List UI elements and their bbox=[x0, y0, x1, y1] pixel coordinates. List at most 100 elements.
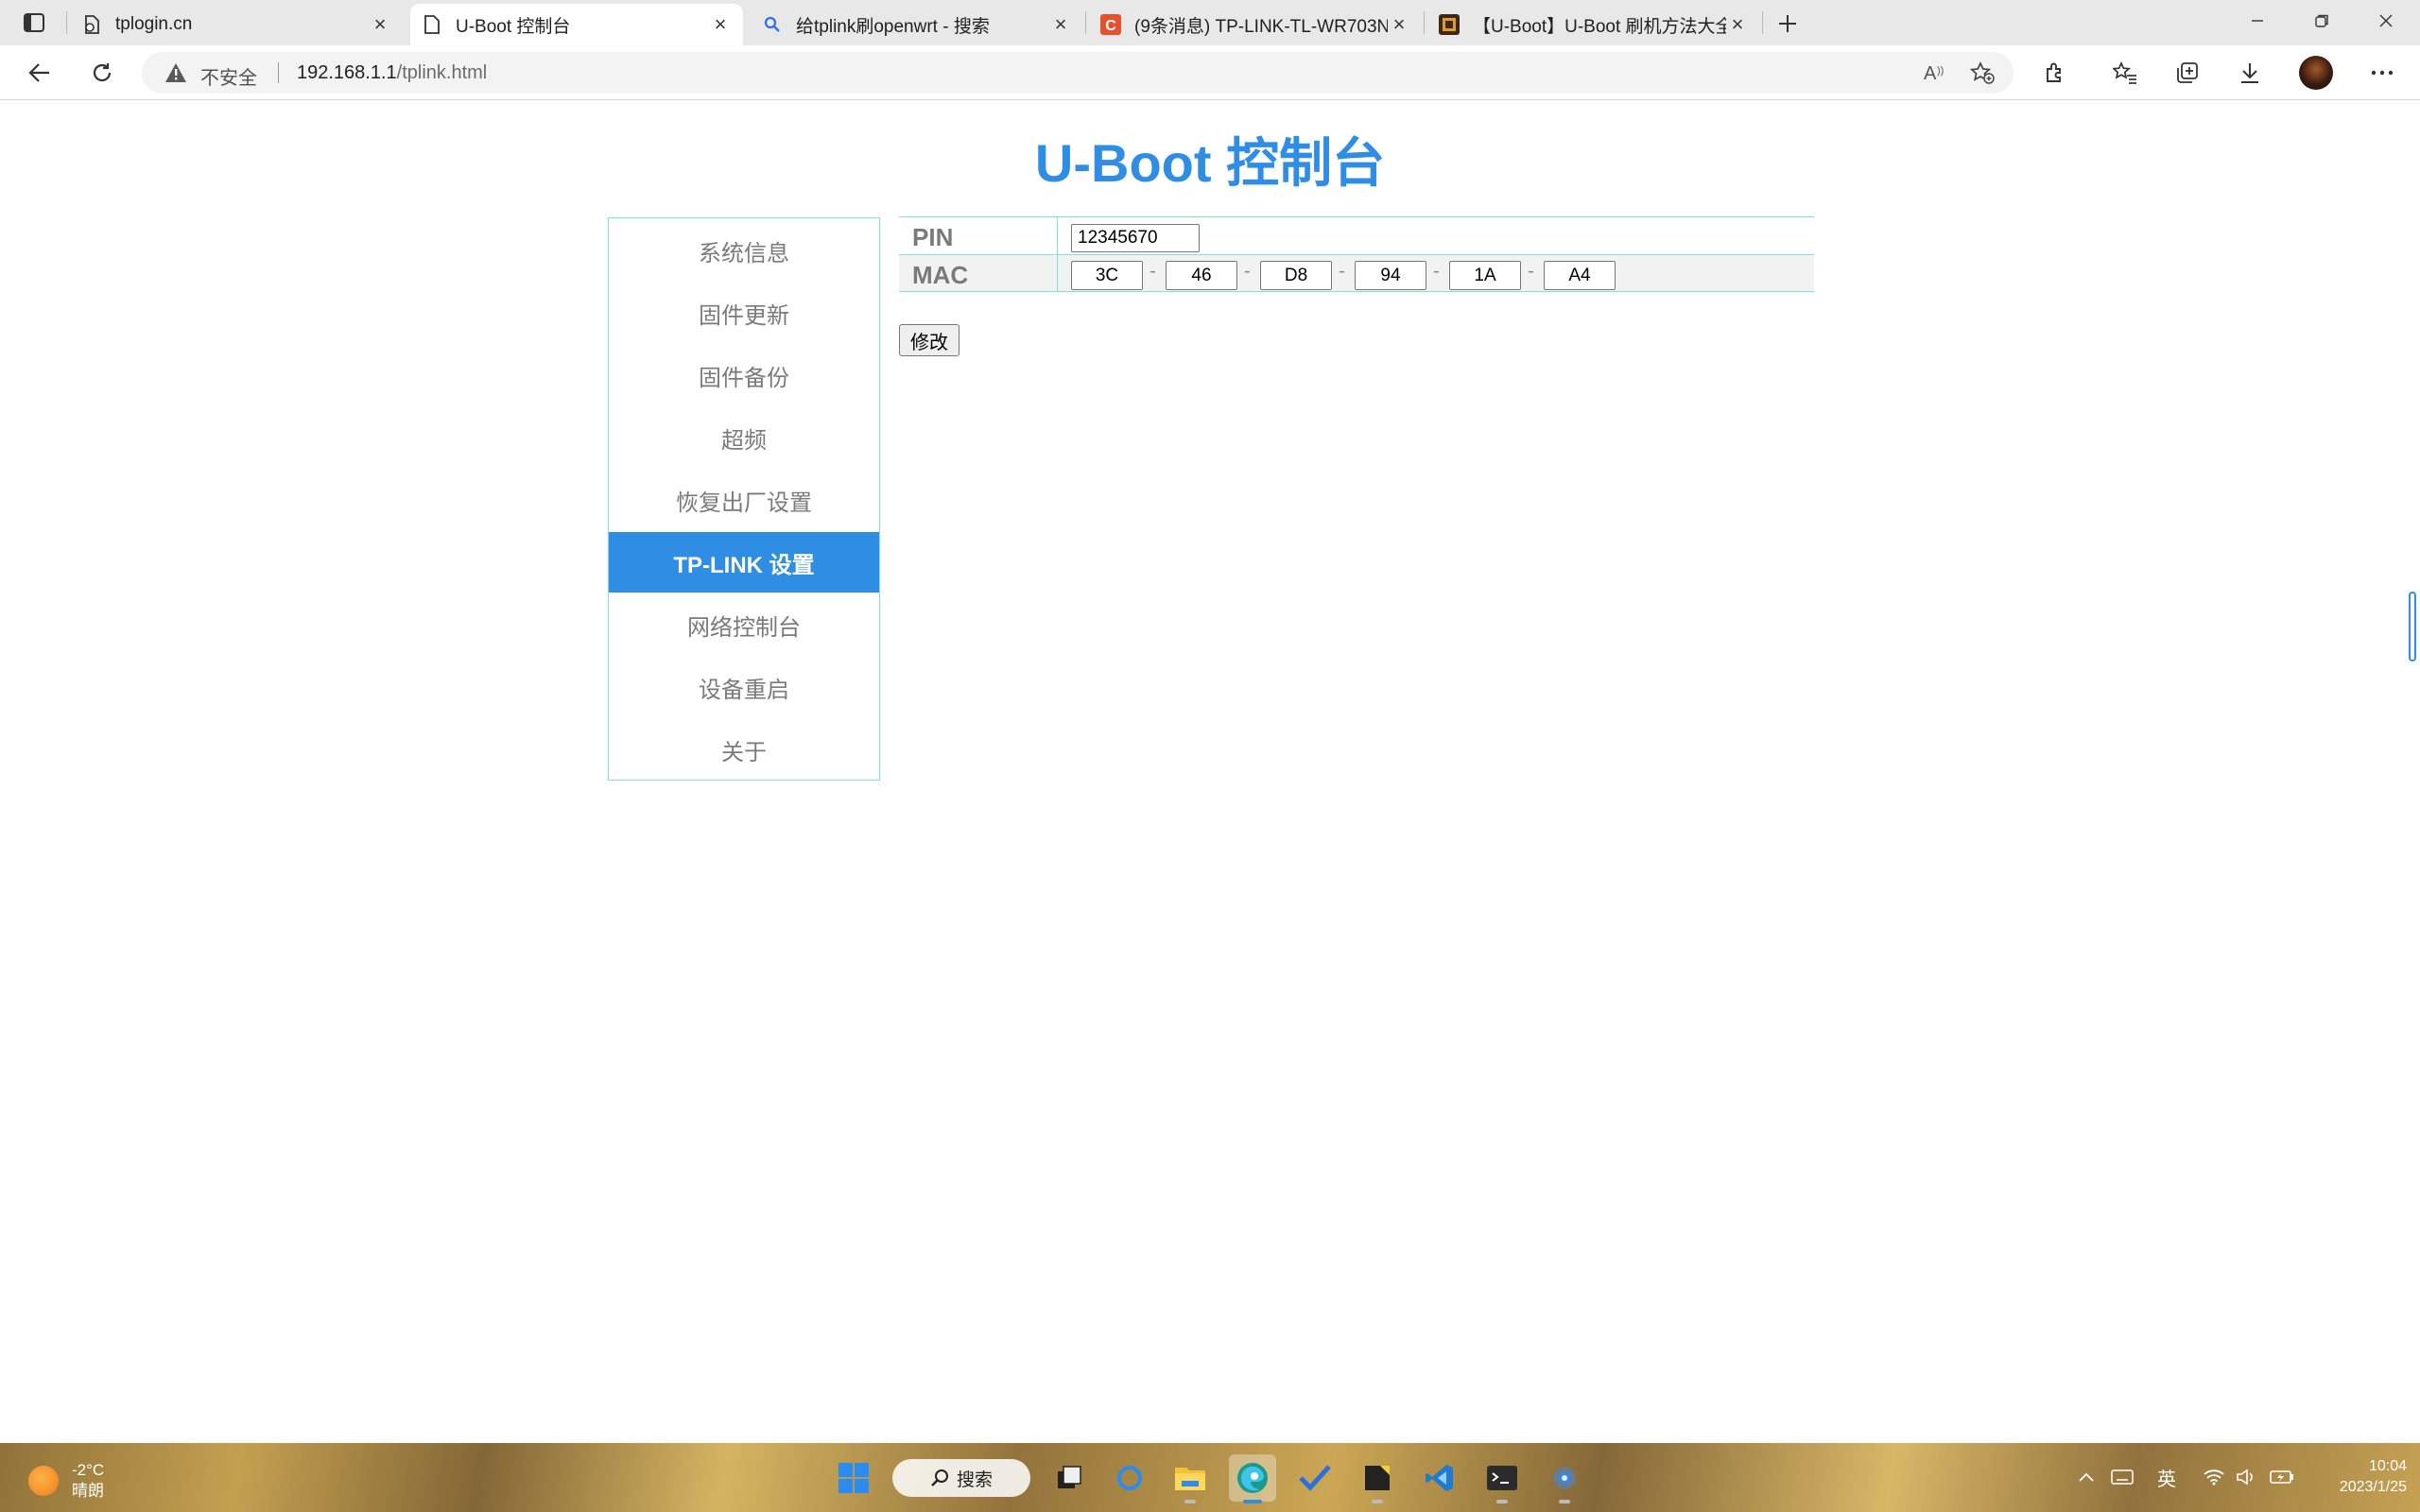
collections-button[interactable] bbox=[2169, 54, 2206, 92]
favorites-button[interactable] bbox=[2106, 54, 2144, 92]
file-explorer-button[interactable] bbox=[1167, 1454, 1214, 1503]
mac-separator: - bbox=[1244, 261, 1251, 282]
checkmark-icon bbox=[1299, 1465, 1331, 1491]
search-icon bbox=[762, 14, 783, 35]
input-method-indicator[interactable]: 英 bbox=[2152, 1464, 2182, 1490]
cell-divider bbox=[1057, 255, 1058, 292]
taskbar-search[interactable]: 搜索 bbox=[892, 1459, 1030, 1497]
wifi-icon[interactable] bbox=[2201, 1464, 2227, 1490]
pin-input[interactable] bbox=[1071, 224, 1200, 252]
mac-octet-input[interactable]: A4 bbox=[1544, 261, 1616, 290]
mac-octet-input[interactable]: 3C bbox=[1071, 261, 1143, 290]
url-text[interactable]: 192.168.1.1/tplink.html bbox=[297, 62, 487, 84]
extensions-button[interactable] bbox=[2036, 54, 2074, 92]
close-icon[interactable]: × bbox=[1388, 12, 1410, 36]
new-tab-button[interactable] bbox=[1772, 8, 1804, 40]
read-aloud-icon[interactable]: A)) bbox=[1921, 60, 1949, 86]
favorites-icon bbox=[2113, 61, 2136, 84]
restore-button[interactable] bbox=[2290, 0, 2354, 42]
pin-label: PIN bbox=[912, 223, 954, 251]
tab-csdn[interactable]: C (9条消息) TP-LINK-TL-WR703N刷 × bbox=[1089, 4, 1422, 45]
page-title: U-Boot 控制台 bbox=[1034, 133, 1386, 193]
modify-button[interactable]: 修改 bbox=[899, 324, 959, 356]
refresh-button[interactable] bbox=[83, 54, 121, 92]
refresh-icon bbox=[93, 63, 112, 82]
menu-item-factory-reset[interactable]: 恢复出厂设置 bbox=[609, 470, 879, 530]
keyboard-button[interactable] bbox=[2108, 1464, 2136, 1490]
vscode-button[interactable] bbox=[1416, 1454, 1463, 1502]
menu-item-firmware-backup[interactable]: 固件备份 bbox=[609, 345, 879, 405]
menu-item-network-console[interactable]: 网络控制台 bbox=[609, 594, 879, 655]
system-clock[interactable]: 10:04 2023/1/25 bbox=[2307, 1456, 2407, 1498]
menu-item-tplink-settings[interactable]: TP-LINK 设置 bbox=[609, 532, 879, 593]
page-shield-icon bbox=[81, 14, 102, 35]
close-icon[interactable]: × bbox=[709, 12, 732, 36]
more-icon bbox=[2371, 70, 2394, 76]
menu-item-system-info[interactable]: 系统信息 bbox=[609, 220, 879, 281]
menu-item-device-reboot[interactable]: 设备重启 bbox=[609, 657, 879, 717]
battery-icon[interactable] bbox=[2267, 1464, 2297, 1490]
downloads-button[interactable] bbox=[2231, 54, 2269, 92]
task-view-icon bbox=[1058, 1466, 1081, 1488]
mac-octet-input[interactable]: 1A bbox=[1449, 261, 1521, 290]
vscode-icon bbox=[1426, 1465, 1453, 1491]
puzzle-icon bbox=[2047, 62, 2061, 82]
back-button[interactable] bbox=[21, 54, 59, 92]
sidebar-menu: 系统信息 固件更新 固件备份 超频 恢复出厂设置 TP-LINK 设置 网络控制… bbox=[608, 217, 880, 781]
menu-item-overclock[interactable]: 超频 bbox=[609, 407, 879, 468]
tab-divider bbox=[1424, 11, 1425, 34]
todo-button[interactable] bbox=[1291, 1454, 1339, 1502]
task-view-button[interactable] bbox=[1046, 1454, 1093, 1502]
csdn-icon: C bbox=[1100, 14, 1121, 35]
tab-title: tplogin.cn bbox=[115, 14, 193, 34]
mac-octet-input[interactable]: D8 bbox=[1260, 261, 1332, 290]
address-bar[interactable]: 不安全 192.168.1.1/tplink.html A)) bbox=[142, 52, 2014, 94]
menu-item-firmware-update[interactable]: 固件更新 bbox=[609, 283, 879, 343]
weather-widget[interactable]: -2°C 晴朗 bbox=[28, 1460, 104, 1502]
terminal-button[interactable] bbox=[1478, 1454, 1526, 1503]
scrollbar-thumb[interactable] bbox=[2409, 592, 2416, 662]
menu-item-about[interactable]: 关于 bbox=[609, 719, 879, 780]
gear-icon bbox=[1553, 1467, 1576, 1489]
chevron-up-icon bbox=[2079, 1472, 2094, 1482]
close-icon[interactable]: × bbox=[369, 12, 391, 36]
tab-actions-icon[interactable] bbox=[17, 9, 51, 36]
settings-app-button[interactable] bbox=[1541, 1454, 1588, 1503]
cortana-button[interactable] bbox=[1106, 1454, 1153, 1502]
mac-separator: - bbox=[1150, 261, 1156, 282]
download-icon bbox=[2241, 63, 2258, 83]
tab-uboot-guide[interactable]: 【U-Boot】U-Boot 刷机方法大全 × bbox=[1427, 4, 1760, 45]
cell-divider bbox=[1057, 217, 1058, 254]
mac-separator: - bbox=[1433, 261, 1440, 282]
warning-icon[interactable] bbox=[164, 62, 187, 83]
avatar bbox=[2299, 56, 2333, 90]
tab-title: 【U-Boot】U-Boot 刷机方法大全 bbox=[1473, 16, 1726, 37]
mac-octet-input[interactable]: 46 bbox=[1166, 261, 1237, 290]
edge-icon bbox=[1237, 1463, 1268, 1493]
show-hidden-icons-button[interactable] bbox=[2074, 1464, 2099, 1490]
profile-button[interactable] bbox=[2297, 54, 2335, 92]
mac-row: MAC 3C - 46 - D8 - 94 - 1A - A4 bbox=[899, 254, 1814, 292]
mac-octet-input[interactable]: 94 bbox=[1355, 261, 1426, 290]
tab-search[interactable]: 给tplink刷openwrt - 搜索 × bbox=[751, 4, 1083, 45]
start-button[interactable] bbox=[830, 1454, 877, 1502]
sticky-notes-button[interactable] bbox=[1354, 1454, 1401, 1503]
edge-button[interactable] bbox=[1229, 1454, 1276, 1503]
collections-icon bbox=[2177, 62, 2198, 83]
tab-uboot[interactable]: U-Boot 控制台 × bbox=[410, 4, 743, 45]
close-window-button[interactable] bbox=[2354, 0, 2418, 42]
volume-icon[interactable] bbox=[2233, 1464, 2259, 1490]
tab-title: U-Boot 控制台 bbox=[456, 16, 571, 37]
tab-tplogin[interactable]: tplogin.cn × bbox=[70, 4, 403, 45]
page-icon bbox=[422, 14, 442, 35]
close-icon[interactable]: × bbox=[1049, 12, 1072, 36]
settings-menu-button[interactable] bbox=[2363, 54, 2401, 92]
svg-text:C: C bbox=[1105, 18, 1116, 34]
clock-date: 2023/1/25 bbox=[2339, 1479, 2407, 1495]
cortana-icon bbox=[1117, 1466, 1142, 1490]
close-icon[interactable]: × bbox=[1726, 12, 1749, 36]
insecure-label[interactable]: 不安全 bbox=[200, 62, 257, 90]
add-favorite-icon[interactable] bbox=[1968, 60, 1996, 86]
minimize-button[interactable] bbox=[2225, 0, 2290, 42]
restore-icon bbox=[2315, 14, 2328, 27]
